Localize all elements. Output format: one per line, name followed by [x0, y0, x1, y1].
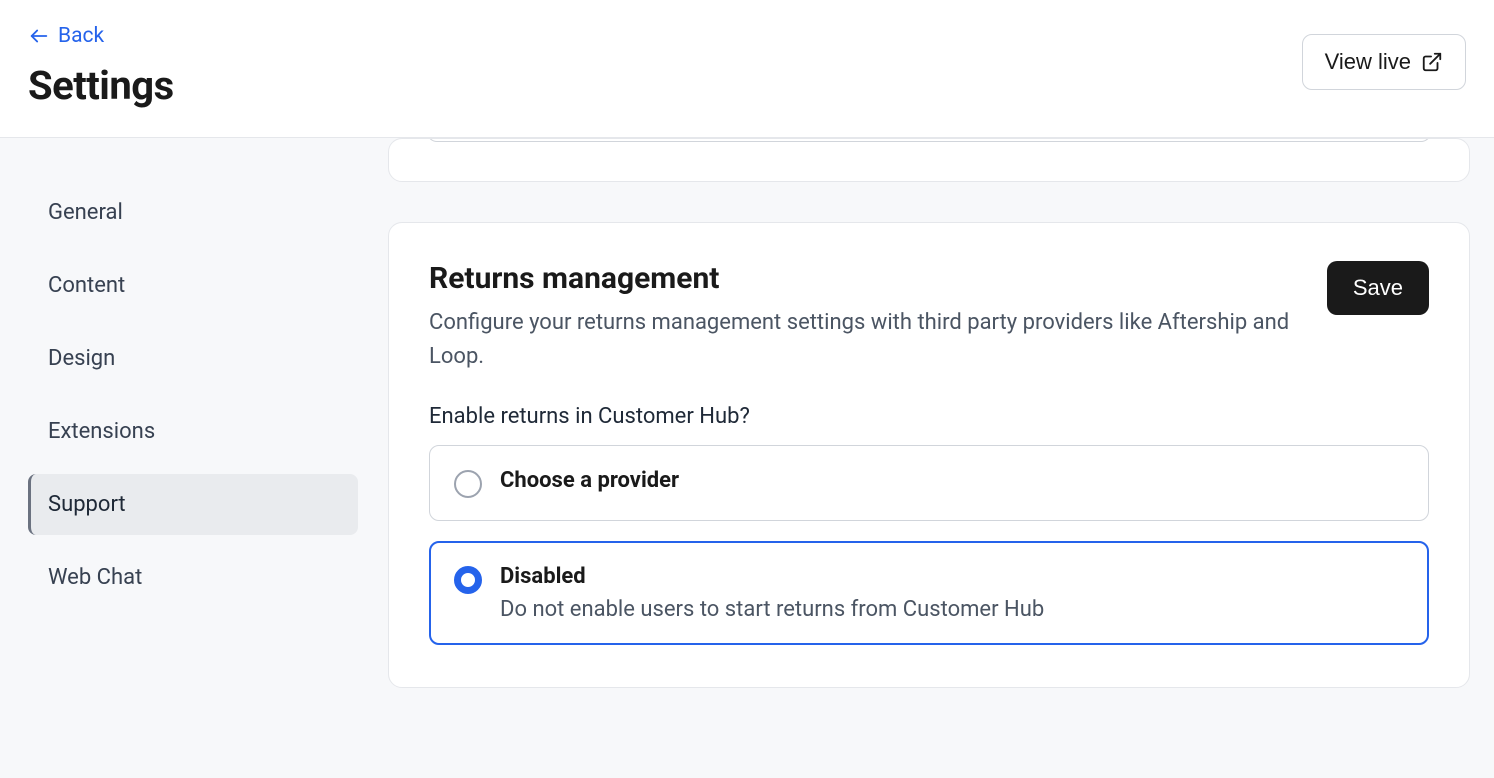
radio-subtitle: Do not enable users to start returns fro… — [500, 597, 1404, 622]
sidebar-item-label: Content — [48, 273, 125, 298]
sidebar-item-label: Extensions — [48, 419, 155, 444]
sidebar-item-content[interactable]: Content — [28, 255, 358, 316]
back-label: Back — [58, 24, 104, 48]
radio-option-disabled[interactable]: Disabled Do not enable users to start re… — [429, 541, 1429, 645]
sidebar-item-label: General — [48, 200, 123, 225]
sidebar-item-design[interactable]: Design — [28, 328, 358, 389]
view-live-button[interactable]: View live — [1302, 34, 1466, 90]
returns-management-card: Returns management Configure your return… — [388, 222, 1470, 688]
previous-card-peek — [388, 138, 1470, 182]
header-left: Back Settings — [28, 24, 174, 109]
card-title: Returns management — [429, 261, 1303, 296]
back-link[interactable]: Back — [28, 24, 174, 48]
radio-icon — [454, 566, 482, 594]
page-title: Settings — [28, 62, 174, 109]
radio-option-choose-provider[interactable]: Choose a provider — [429, 445, 1429, 521]
external-link-icon — [1421, 51, 1443, 73]
main-content: Returns management Configure your return… — [370, 138, 1494, 778]
sidebar-item-support[interactable]: Support — [28, 474, 358, 535]
radio-icon — [454, 470, 482, 498]
page-header: Back Settings View live — [0, 0, 1494, 138]
card-header: Returns management Configure your return… — [429, 261, 1429, 374]
sidebar: General Content Design Extensions Suppor… — [0, 138, 370, 778]
sidebar-item-label: Web Chat — [48, 565, 142, 590]
save-button[interactable]: Save — [1327, 261, 1429, 315]
radio-content: Choose a provider — [500, 468, 1404, 493]
sidebar-item-label: Support — [48, 492, 126, 517]
sidebar-item-general[interactable]: General — [28, 182, 358, 243]
sidebar-item-label: Design — [48, 346, 115, 371]
sidebar-item-web-chat[interactable]: Web Chat — [28, 547, 358, 608]
radio-title: Choose a provider — [500, 468, 1404, 493]
view-live-label: View live — [1325, 49, 1411, 75]
arrow-left-icon — [28, 25, 50, 47]
field-label: Enable returns in Customer Hub? — [429, 404, 1429, 429]
card-header-text: Returns management Configure your return… — [429, 261, 1303, 374]
radio-title: Disabled — [500, 564, 1404, 589]
sidebar-item-extensions[interactable]: Extensions — [28, 401, 358, 462]
card-description: Configure your returns management settin… — [429, 306, 1303, 374]
radio-content: Disabled Do not enable users to start re… — [500, 564, 1404, 622]
content-wrapper: General Content Design Extensions Suppor… — [0, 138, 1494, 778]
